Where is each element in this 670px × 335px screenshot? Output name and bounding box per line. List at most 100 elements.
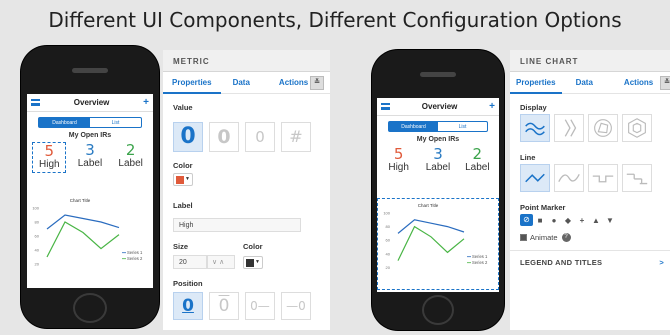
- value-color-picker[interactable]: ▼: [173, 173, 193, 186]
- y-tick-label: 40: [386, 251, 391, 256]
- marker-triangle-down-icon[interactable]: ▼: [603, 216, 617, 225]
- animate-row: Animate ?: [520, 233, 571, 242]
- marker-triangle-up-icon[interactable]: ▲: [589, 216, 603, 225]
- animate-checkbox[interactable]: [520, 234, 527, 241]
- display-polygon-icon[interactable]: [622, 114, 652, 142]
- line-step-icon[interactable]: [588, 164, 618, 192]
- kpi-label-3[interactable]: 2 Label: [114, 142, 148, 173]
- legend-entry: Series 1: [472, 254, 488, 259]
- slide-title: Different UI Components, Different Confi…: [48, 8, 622, 32]
- chart-title: Chart Title: [418, 203, 439, 208]
- help-icon[interactable]: ?: [561, 233, 571, 242]
- position-label: Position: [173, 279, 203, 288]
- tab-actions[interactable]: Actions: [259, 72, 317, 94]
- kpi-high[interactable]: 5 High: [32, 142, 67, 173]
- size-stepper[interactable]: ∨ ∧: [207, 255, 235, 269]
- size-input[interactable]: 20: [173, 255, 207, 269]
- kpi-label: High: [39, 159, 60, 170]
- label-text-input[interactable]: High: [173, 218, 301, 232]
- kpi-value: 2: [125, 141, 136, 159]
- value-option-small[interactable]: 0: [245, 122, 275, 152]
- kpi-label-3[interactable]: 2 Label: [460, 146, 494, 175]
- phone-screen: Overview + Dashboard List My Open IRs 5 …: [27, 94, 153, 288]
- kpi-high[interactable]: 5 High: [382, 146, 416, 175]
- tab-data[interactable]: Data: [221, 72, 259, 94]
- kpi-value: 2: [472, 145, 483, 163]
- add-icon[interactable]: +: [489, 101, 495, 112]
- collapse-panel-icon[interactable]: ≚: [310, 76, 324, 90]
- panel-header: LINE CHART: [510, 50, 670, 72]
- chart-title: Chart Title: [70, 198, 91, 203]
- tab-properties[interactable]: Properties: [510, 72, 562, 94]
- y-tick-label: 100: [32, 206, 39, 211]
- marker-none-icon[interactable]: ⊘: [520, 214, 533, 226]
- collapse-panel-icon[interactable]: ≚: [660, 76, 670, 90]
- line-chart: Chart Title 20 40 60 80 100 Series 1Series 2: [383, 203, 488, 270]
- value-option-number[interactable]: #: [281, 122, 311, 152]
- menu-icon[interactable]: [381, 103, 390, 110]
- point-marker-label: Point Marker: [520, 203, 566, 212]
- y-tick-label: 20: [35, 262, 40, 267]
- section-title: My Open IRs: [68, 132, 112, 139]
- legend-entry: Series 1: [127, 250, 143, 255]
- position-option-above[interactable]: 0: [209, 292, 239, 320]
- segment-dashboard[interactable]: Dashboard: [389, 122, 438, 131]
- chevron-right-icon: >: [659, 258, 664, 267]
- display-vertical-icon[interactable]: [554, 114, 584, 142]
- phone-home-button: [422, 295, 454, 325]
- kpi-label: Label: [425, 162, 451, 173]
- size-label: Size: [173, 242, 189, 251]
- legend-titles-row[interactable]: LEGEND AND TITLES >: [520, 258, 664, 267]
- color-swatch: [176, 176, 184, 184]
- tab-properties[interactable]: Properties: [163, 72, 221, 94]
- chart-widget[interactable]: Chart Title 20 40 60 80 100 Series 1 Series 2: [27, 194, 153, 286]
- position-option-right[interactable]: 0—: [245, 292, 275, 320]
- value-option-medium[interactable]: 0: [209, 122, 239, 152]
- label-section-label: Label: [173, 201, 193, 210]
- phone-mockup-metric: Overview + Dashboard List My Open IRs 5 …: [21, 46, 159, 328]
- position-option-below[interactable]: 0: [173, 292, 203, 320]
- tab-actions[interactable]: Actions: [602, 72, 662, 94]
- app-title: Overview: [73, 98, 110, 107]
- kpi-label: High: [388, 162, 409, 173]
- line-chart: Chart Title 20 40 60 80 100 Series 1Series 2: [32, 198, 143, 267]
- segment-control: Dashboard List: [38, 117, 142, 128]
- line-curved-icon[interactable]: [554, 164, 584, 192]
- phone-home-button: [73, 293, 107, 323]
- line-step-after-icon[interactable]: [622, 164, 652, 192]
- tab-bar: Properties Data Actions ≚: [163, 72, 330, 94]
- kpi-label: Label: [77, 158, 103, 169]
- marker-diamond-icon[interactable]: ◆: [561, 216, 575, 225]
- tab-data[interactable]: Data: [562, 72, 602, 94]
- line-label: Line: [520, 153, 536, 162]
- phone-screen: Overview + Dashboard List My Open IRs 5 …: [377, 98, 499, 292]
- segment-dashboard[interactable]: Dashboard: [39, 118, 90, 127]
- marker-square-icon[interactable]: ■: [533, 216, 547, 225]
- y-tick-label: 60: [386, 238, 391, 243]
- value-option-large[interactable]: 0: [173, 122, 203, 152]
- display-label: Display: [520, 103, 547, 112]
- y-tick-label: 60: [35, 234, 40, 239]
- y-tick-label: 100: [383, 211, 390, 216]
- y-tick-label: 80: [386, 224, 391, 229]
- label-color-picker[interactable]: ▼: [243, 256, 263, 269]
- animate-label: Animate: [530, 233, 558, 242]
- segment-list[interactable]: List: [438, 122, 487, 131]
- kpi-value: 5: [44, 142, 55, 160]
- line-straight-icon[interactable]: [520, 164, 550, 192]
- kpi-value: 3: [433, 145, 443, 163]
- segment-list[interactable]: List: [90, 118, 141, 127]
- menu-icon[interactable]: [31, 99, 40, 106]
- kpi-label-2[interactable]: 3 Label: [421, 146, 455, 175]
- kpi-label-2[interactable]: 3 Label: [73, 142, 107, 173]
- display-line-icon[interactable]: [520, 114, 550, 142]
- display-radar-icon[interactable]: [588, 114, 618, 142]
- y-tick-label: 20: [386, 265, 391, 270]
- legend-entry: Series 2: [127, 256, 143, 261]
- chart-widget-selected[interactable]: Chart Title 20 40 60 80 100 Series 1 Series 2: [377, 198, 499, 290]
- position-option-left[interactable]: —0: [281, 292, 311, 320]
- add-icon[interactable]: +: [143, 97, 149, 108]
- marker-plus-icon[interactable]: +: [575, 216, 589, 225]
- marker-circle-icon[interactable]: ●: [547, 216, 561, 225]
- point-marker-options: ⊘ ■ ● ◆ + ▲ ▼: [520, 214, 617, 226]
